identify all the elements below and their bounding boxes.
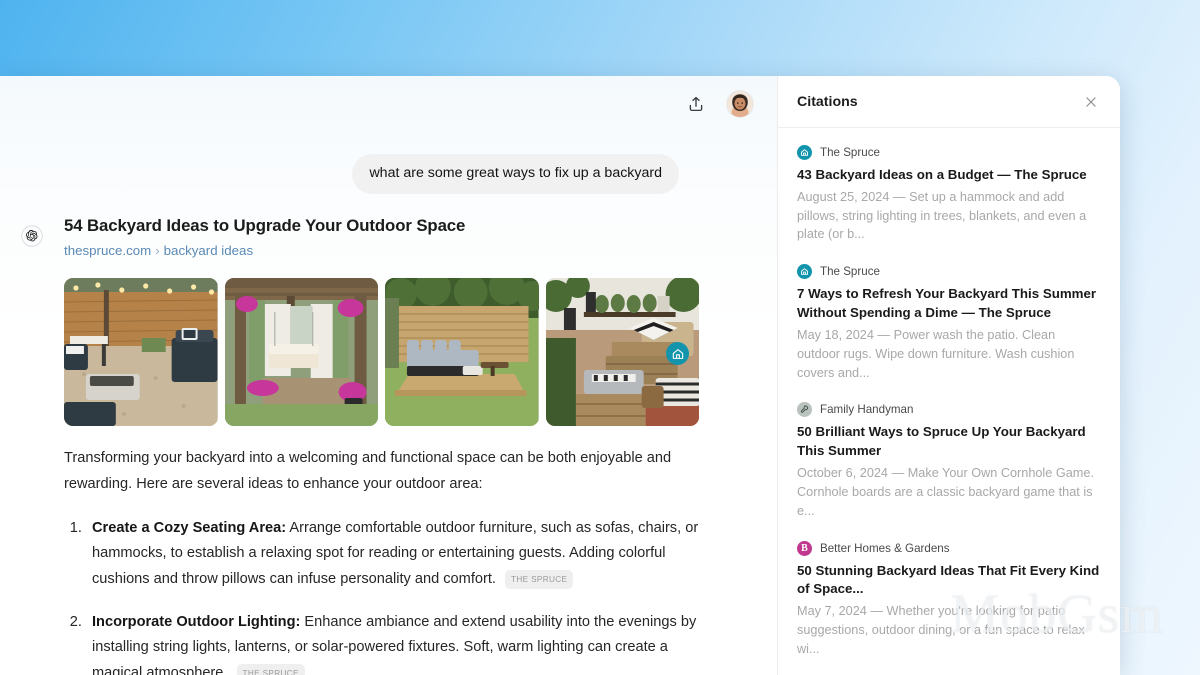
openai-logo — [20, 224, 44, 248]
citation-snippet: August 25, 2024 — Set up a hammock and a… — [797, 189, 1087, 242]
intro-paragraph: Transforming your backyard into a welcom… — [64, 450, 672, 492]
thumbnail-pergola-swing[interactable] — [224, 278, 378, 427]
citation-headline: 43 Backyard Ideas on a Budget — The Spru… — [797, 167, 1087, 182]
citation-chip[interactable]: THE SPRUCE — [505, 569, 574, 590]
assistant-answer: 54 Backyard Ideas to Upgrade Your Outdoo… — [0, 194, 777, 675]
citation-source: B Better Homes & Gardens — [797, 540, 1101, 556]
citation-headline: 50 Brilliant Ways to Spruce Up Your Back… — [797, 424, 1086, 459]
citation-snippet: October 6, 2024 — Make Your Own Cornhole… — [797, 466, 1094, 518]
citation-item[interactable]: Family Handyman 50 Brilliant Ways to Spr… — [797, 402, 1101, 520]
letter-b-icon: B — [797, 540, 812, 556]
idea-heading: Create a Cozy Seating Area: — [92, 519, 287, 536]
citation-snippet: May 7, 2024 — Whether you're looking for… — [797, 604, 1085, 656]
the-spruce-house-icon — [797, 145, 812, 160]
answer-body: 54 Backyard Ideas to Upgrade Your Outdoo… — [0, 216, 777, 675]
citation-headline: 50 Stunning Backyard Ideas That Fit Ever… — [797, 562, 1100, 597]
citation-source: The Spruce — [797, 145, 1101, 160]
list-item: Create a Cozy Seating Area: Arrange comf… — [86, 516, 699, 593]
conversation-pane: what are some great ways to fix up a bac… — [0, 76, 777, 675]
result-card-url: thespruce.com › backyard ideas — [64, 243, 699, 258]
thumbnail-patio-fire-table[interactable] — [64, 278, 218, 427]
citation-source-name: Family Handyman — [820, 403, 914, 417]
breadcrumb-separator: › — [155, 243, 160, 259]
citations-panel: Citations The Spruce 43 Backyard Ideas o… — [777, 76, 1120, 675]
citation-snippet: May 18, 2024 — Power wash the patio. Cle… — [797, 328, 1075, 380]
citation-headline: 7 Ways to Refresh Your Backyard This Sum… — [797, 286, 1097, 321]
conversation-topbar — [0, 76, 777, 132]
result-breadcrumb[interactable]: backyard ideas — [164, 243, 253, 258]
close-icon[interactable] — [1080, 91, 1102, 113]
citations-header: Citations — [778, 76, 1120, 128]
user-avatar[interactable] — [727, 91, 753, 117]
idea-heading: Incorporate Outdoor Lighting: — [92, 613, 301, 630]
citation-source-name: Better Homes & Gardens — [820, 541, 950, 555]
citation-item[interactable]: The Spruce 43 Backyard Ideas on a Budget… — [797, 145, 1101, 244]
citation-source: The Spruce — [797, 264, 1101, 280]
thumbnail-strip — [64, 278, 699, 427]
list-item: Incorporate Outdoor Lighting: Enhance am… — [86, 610, 699, 675]
result-card-title: 54 Backyard Ideas to Upgrade Your Outdoo… — [64, 216, 466, 236]
thumbnail-deck-sectional[interactable] — [385, 278, 539, 427]
citation-item[interactable]: B Better Homes & Gardens 50 Stunning Bac… — [797, 540, 1101, 659]
ideas-list: Create a Cozy Seating Area: Arrange comf… — [64, 516, 699, 675]
app-window: what are some great ways to fix up a bac… — [0, 76, 1120, 675]
citations-list[interactable]: The Spruce 43 Backyard Ideas on a Budget… — [778, 128, 1120, 675]
citations-title: Citations — [797, 93, 858, 110]
result-domain[interactable]: thespruce.com — [64, 243, 151, 258]
the-spruce-house-icon — [797, 264, 812, 280]
wrench-icon — [797, 402, 812, 418]
share-upload-icon[interactable] — [681, 89, 711, 119]
citation-item[interactable]: The Spruce 7 Ways to Refresh Your Backya… — [797, 264, 1101, 382]
citation-chip[interactable]: THE SPRUCE — [236, 663, 305, 675]
citation-source-name: The Spruce — [820, 146, 880, 159]
user-message-row: what are some great ways to fix up a bac… — [0, 132, 777, 195]
citation-source: Family Handyman — [797, 402, 1101, 418]
user-message-bubble: what are some great ways to fix up a bac… — [352, 154, 679, 195]
citation-source-name: The Spruce — [820, 265, 880, 279]
